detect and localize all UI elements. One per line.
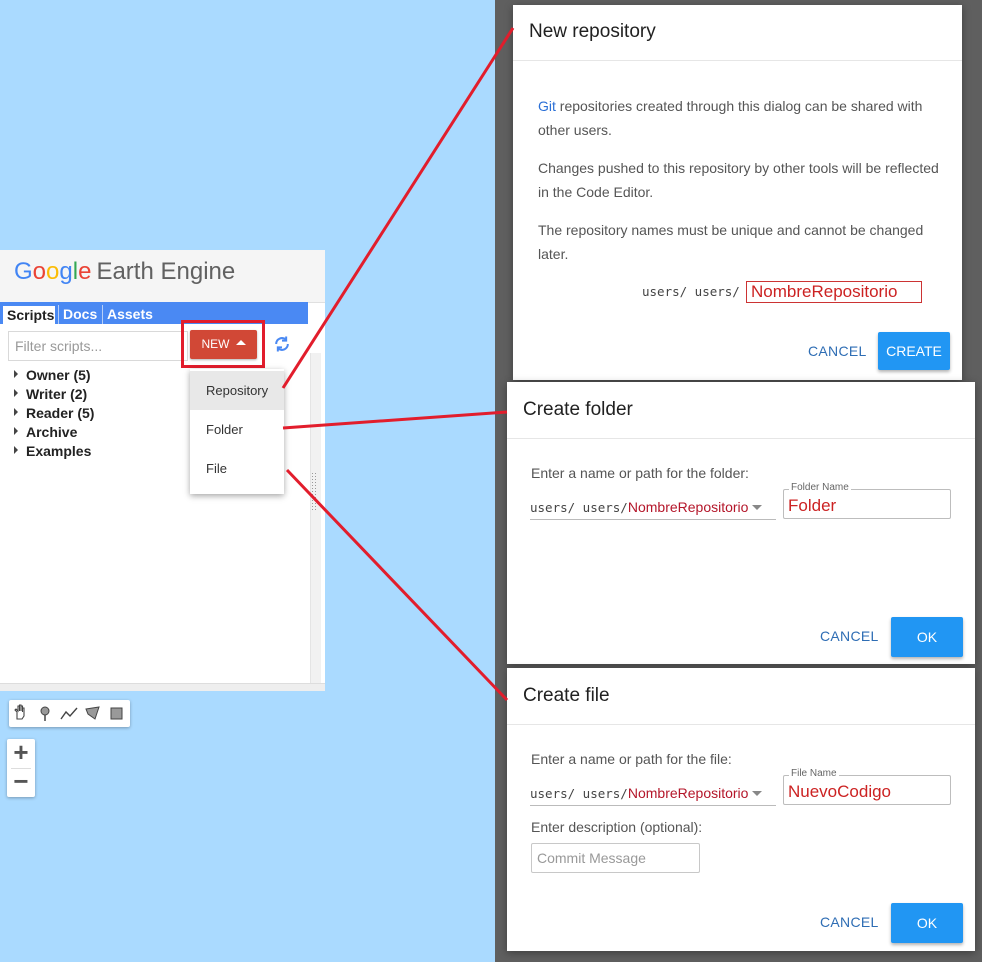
git-link[interactable]: Git bbox=[538, 98, 556, 114]
file-prompt: Enter a name or path for the file: bbox=[531, 751, 732, 767]
app-header: Google Earth Engine bbox=[0, 250, 325, 303]
tree-item-archive[interactable]: Archive bbox=[14, 424, 77, 443]
polygon-icon[interactable] bbox=[81, 700, 105, 727]
google-logo: Google bbox=[14, 258, 92, 285]
create-file-dialog: Create file Enter a name or path for the… bbox=[507, 668, 975, 951]
ok-button[interactable]: OK bbox=[891, 617, 963, 657]
zoom-in-button[interactable]: + bbox=[7, 739, 35, 768]
repo-info-text-3: The repository names must be unique and … bbox=[538, 222, 924, 262]
new-repository-dialog: New repository Git repositories created … bbox=[513, 5, 962, 380]
tree-item-writer[interactable]: Writer (2) bbox=[14, 386, 87, 405]
repository-name-input[interactable]: NombreRepositorio bbox=[746, 281, 922, 303]
repo-info-text-2: Changes pushed to this repository by oth… bbox=[538, 160, 939, 200]
zoom-control: + − bbox=[7, 739, 35, 797]
select-underline bbox=[530, 519, 776, 520]
tree-item-owner[interactable]: Owner (5) bbox=[14, 367, 91, 386]
tree-item-label: Reader (5) bbox=[26, 405, 95, 421]
scripts-panel: Google Earth Engine Scripts Docs Assets F… bbox=[0, 250, 325, 691]
cancel-button[interactable]: CANCEL bbox=[808, 343, 867, 359]
description-label: Enter description (optional): bbox=[531, 819, 703, 835]
filter-scripts-input[interactable]: Filter scripts... bbox=[8, 331, 188, 361]
expand-triangle-icon bbox=[14, 427, 18, 436]
tree-item-examples[interactable]: Examples bbox=[14, 443, 91, 462]
drawing-tools bbox=[9, 700, 130, 727]
dialog-title: New repository bbox=[529, 21, 656, 42]
tree-item-label: Archive bbox=[26, 424, 78, 440]
ok-button[interactable]: OK bbox=[891, 903, 963, 943]
point-icon[interactable] bbox=[33, 700, 57, 727]
resize-grip-icon[interactable] bbox=[311, 472, 317, 512]
tree-item-label: Owner (5) bbox=[26, 367, 91, 383]
select-underline bbox=[530, 805, 776, 806]
menu-item-file[interactable]: File bbox=[190, 449, 284, 488]
repo-path-prefix: users/ users/ bbox=[642, 284, 740, 299]
folder-prompt: Enter a name or path for the folder: bbox=[531, 465, 749, 481]
expand-triangle-icon bbox=[14, 370, 18, 379]
path-prefix: users/ users/ bbox=[530, 786, 628, 801]
chevron-down-icon bbox=[752, 505, 763, 511]
expand-triangle-icon bbox=[14, 408, 18, 417]
folder-repository-select[interactable]: users/ users/NombreRepositorio bbox=[530, 499, 763, 517]
app-logo: Google Earth Engine bbox=[14, 258, 235, 286]
create-folder-dialog: Create folder Enter a name or path for t… bbox=[507, 382, 975, 664]
cancel-button[interactable]: CANCEL bbox=[820, 914, 879, 930]
expand-triangle-icon bbox=[14, 446, 18, 455]
tab-docs[interactable]: Docs bbox=[58, 305, 100, 324]
folder-name-value: Folder bbox=[788, 496, 837, 515]
new-button-highlight-box bbox=[181, 320, 265, 368]
create-button[interactable]: CREATE bbox=[878, 332, 950, 370]
file-name-input[interactable]: File Name NuevoCodigo bbox=[783, 768, 951, 805]
path-prefix: users/ users/ bbox=[530, 500, 628, 515]
refresh-icon[interactable] bbox=[272, 334, 292, 354]
tab-scripts[interactable]: Scripts bbox=[2, 305, 56, 324]
zoom-out-button[interactable]: − bbox=[7, 768, 35, 797]
tree-item-label: Writer (2) bbox=[26, 386, 88, 402]
commit-message-input[interactable]: Commit Message bbox=[531, 843, 700, 873]
app-name: Earth Engine bbox=[96, 258, 236, 285]
tab-assets[interactable]: Assets bbox=[102, 305, 156, 324]
menu-item-folder[interactable]: Folder bbox=[190, 410, 284, 449]
tree-item-reader[interactable]: Reader (5) bbox=[14, 405, 94, 424]
file-name-value: NuevoCodigo bbox=[788, 782, 892, 801]
rectangle-icon[interactable] bbox=[105, 700, 129, 727]
tree-item-label: Examples bbox=[26, 443, 92, 459]
dialog-divider bbox=[507, 724, 975, 725]
file-repository-select[interactable]: users/ users/NombreRepositorio bbox=[530, 785, 763, 803]
folder-name-label: Folder Name bbox=[789, 482, 851, 493]
new-menu: Repository Folder File bbox=[190, 369, 284, 494]
repo-info-text-1: Git repositories created through this di… bbox=[538, 94, 943, 142]
line-icon[interactable] bbox=[57, 700, 81, 727]
repository-select-value: NombreRepositorio bbox=[627, 785, 749, 801]
hand-icon[interactable] bbox=[9, 700, 33, 727]
repo-info-text-1-rest: repositories created through this dialog… bbox=[538, 98, 923, 138]
dialog-divider bbox=[507, 438, 975, 439]
dialog-divider bbox=[513, 60, 962, 61]
repository-select-value: NombreRepositorio bbox=[627, 499, 749, 515]
expand-triangle-icon bbox=[14, 389, 18, 398]
panel-scrollbar[interactable] bbox=[310, 353, 321, 683]
cancel-button[interactable]: CANCEL bbox=[820, 628, 879, 644]
folder-name-input[interactable]: Folder Name Folder bbox=[783, 482, 951, 519]
file-name-label: File Name bbox=[789, 768, 839, 779]
chevron-down-icon bbox=[752, 791, 763, 797]
dialog-title: Create file bbox=[523, 685, 610, 706]
menu-item-repository[interactable]: Repository bbox=[190, 371, 284, 410]
dialog-title: Create folder bbox=[523, 399, 633, 420]
panel-bottom-bar bbox=[0, 683, 325, 691]
